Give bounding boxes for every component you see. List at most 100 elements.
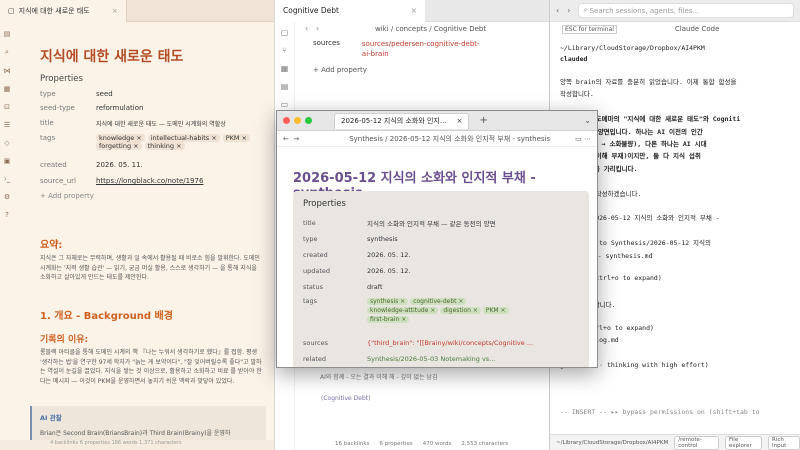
tab-cognitive-debt[interactable]: Cognitive Debt × xyxy=(275,0,425,22)
mid-body-fragment: AI와 함께 - 오는 결과 이해 해 - 깊이 없는 남김 (Cognitiv… xyxy=(320,374,438,402)
terminal-topbar: ‹ › ⌕ Search sessions, agents, files... xyxy=(550,0,800,22)
breadcrumb: wiki / concepts / Cognitive Debt xyxy=(375,25,487,33)
files-icon[interactable]: ▤ xyxy=(4,30,11,38)
tag-pill[interactable]: PKM × xyxy=(222,134,251,142)
properties-heading: Properties xyxy=(303,199,346,209)
chevron-down-icon[interactable]: ⌄ xyxy=(584,116,591,125)
terminal-tabs: ESC for terminal Claude Code xyxy=(550,22,800,36)
add-property-button[interactable]: + Add property xyxy=(40,192,94,200)
help-icon[interactable]: ? xyxy=(5,211,9,219)
properties-heading: Properties xyxy=(40,74,83,84)
terminal-footer: ~/Library/CloudStorage/Dropbox/AI4PKM /r… xyxy=(550,434,800,450)
tag-pill[interactable]: knowledge × xyxy=(96,134,145,142)
add-property-button[interactable]: + Add property xyxy=(313,66,367,74)
file-icon[interactable]: ▢ xyxy=(281,28,289,37)
file-icon: ▢ xyxy=(8,6,15,15)
minimize-window-button[interactable] xyxy=(294,117,301,124)
prop-title[interactable]: title 지식의 소화와 인지적 부채 — 같은 동전의 양면 xyxy=(303,215,579,231)
prop-sources[interactable]: sources {"third_brain": "[[Brainy/wiki/co… xyxy=(303,335,579,351)
prop-status[interactable]: status draft xyxy=(303,279,579,295)
source-link[interactable]: https://longblack.co/note/1976 xyxy=(96,177,203,185)
remote-control-button[interactable]: /remote-control xyxy=(674,435,719,450)
tab-label: Cognitive Debt xyxy=(283,6,339,15)
mid-status-bar: 16 backlinks 6 properties 470 words 2,55… xyxy=(335,441,509,447)
prop-tags[interactable]: tags synthesis × cognitive-debt × knowled… xyxy=(303,295,579,335)
prop-type[interactable]: type synthesis xyxy=(303,231,579,247)
footer-path: ~/Library/CloudStorage/Dropbox/AI4PKM xyxy=(556,439,669,446)
tag-pill[interactable]: synthesis × xyxy=(367,298,409,305)
terminal-line: 양쪽 brain의 자료를 충분히 읽었습니다. 이제 통합 합성을 xyxy=(560,78,737,86)
tag-icon[interactable]: ◇ xyxy=(4,139,9,147)
file-explorer-button[interactable]: File explorer xyxy=(725,435,762,450)
tab-left-note[interactable]: ▢ 지식에 대한 새로운 태도 × xyxy=(0,0,127,22)
callout-body: Brian은 Second Brain(BriansBrain)과 Third … xyxy=(40,430,231,437)
tab-label: 지식에 대한 새로운 태도 xyxy=(18,6,90,15)
reason-paragraph: 롱블랙 아티클을 통해 도메인 시계의 책 『나는 누워서 생각하기로 했다』를… xyxy=(40,349,262,385)
book-icon[interactable]: ▭ xyxy=(281,100,289,109)
template-icon[interactable]: ▣ xyxy=(4,157,11,165)
summary-paragraph: 지식은 그 자체로는 무력하며, 생활과 일 속에서 활용될 때 비로소 힘을 … xyxy=(40,255,260,281)
back-icon[interactable]: ‹ xyxy=(556,6,559,15)
bookmark-icon[interactable]: ⊡ xyxy=(4,103,10,111)
tag-pill[interactable]: thinking × xyxy=(144,142,185,150)
tag-pill[interactable]: knowledge-attitude × xyxy=(367,307,439,314)
forward-icon[interactable]: → xyxy=(293,135,299,143)
prop-created[interactable]: created 2026. 05. 12. xyxy=(303,247,579,263)
left-pane: ▢ 지식에 대한 새로운 태도 × ▤ ⌕ ⋈ ▦ ⊡ ☰ ◇ ▣ ›_ ⚙ ?… xyxy=(0,0,274,450)
new-tab-button[interactable]: + xyxy=(479,115,487,126)
tag-pill[interactable]: digestion × xyxy=(440,307,481,314)
settings-icon[interactable]: ⚙ xyxy=(4,193,10,201)
close-icon[interactable]: × xyxy=(457,117,463,125)
tab-synthesis[interactable]: 2026-05-12 지식의 소화와 인지... × xyxy=(334,112,470,129)
properties-panel: Properties title 지식의 소화와 인지적 부채 — 같은 동전의 … xyxy=(293,191,589,367)
tab-terminal[interactable]: ESC for terminal xyxy=(562,24,617,34)
floating-note-window: 2026-05-12 지식의 소화와 인지... × + ⌄ ← → Synth… xyxy=(276,110,598,368)
overview-heading: 1. 개요 - Background 배경 xyxy=(40,311,173,322)
close-window-button[interactable] xyxy=(283,117,290,124)
tag-pill[interactable]: PKM × xyxy=(482,307,509,314)
close-icon[interactable]: × xyxy=(112,7,118,15)
window-titlebar: 2026-05-12 지식의 소화와 인지... × + ⌄ xyxy=(277,111,597,131)
terminal-icon[interactable]: ›_ xyxy=(4,175,10,183)
tag-pill[interactable]: forgetting × xyxy=(96,142,142,150)
page-title: 지식에 대한 새로운 태도 xyxy=(40,49,184,65)
sources-link[interactable]: sources/pedersen-cognitive-debt-ai-brain xyxy=(362,39,482,59)
search-icon[interactable]: ⌕ xyxy=(5,48,9,57)
summary-heading: 요약: xyxy=(40,240,63,251)
tab-claude-code[interactable]: Claude Code xyxy=(675,25,719,33)
prop-updated[interactable]: updated 2026. 05. 12. xyxy=(303,263,579,279)
calendar-icon[interactable]: ▦ xyxy=(4,85,11,93)
prop-type[interactable]: type seed xyxy=(40,90,113,98)
tag-pill[interactable]: intellectual-habits × xyxy=(147,134,220,142)
breadcrumb: Synthesis / 2026-05-12 지식의 소화와 인지적 부채 - … xyxy=(349,134,551,143)
branch-icon[interactable]: ⑂ xyxy=(282,46,287,55)
reading-view-icon[interactable]: ▭ xyxy=(575,135,582,143)
prop-tags[interactable]: tags knowledge × intellectual-habits × PKM… xyxy=(40,134,256,150)
mid-tabbar: Cognitive Debt × xyxy=(275,0,549,22)
zoom-window-button[interactable] xyxy=(305,117,312,124)
more-options-icon[interactable]: ⋯ xyxy=(584,135,591,143)
search-input[interactable]: ⌕ Search sessions, agents, files... xyxy=(578,3,794,18)
tag-pill[interactable]: cognitive-debt × xyxy=(410,298,467,305)
calendar-icon[interactable]: ▤ xyxy=(281,82,289,91)
prop-title[interactable]: title 지식에 대한 새로운 태도 — 도메인 시계화의 역할상 xyxy=(40,119,226,128)
left-editor: 지식에 대한 새로운 태도 Properties type seed seed-t… xyxy=(22,22,270,450)
left-ribbon: ▤ ⌕ ⋈ ▦ ⊡ ☰ ◇ ▣ ›_ ⚙ ? xyxy=(0,22,14,450)
back-icon[interactable]: ← xyxy=(283,135,289,143)
prop-source-url[interactable]: source_url https://longblack.co/note/1976 xyxy=(40,177,203,185)
nav-arrows[interactable]: ‹ › xyxy=(305,24,319,33)
graph-icon[interactable]: ⋈ xyxy=(4,67,11,75)
prop-related[interactable]: related Synthesis/2026-05-03 Notemaking v… xyxy=(303,351,579,367)
grid-icon[interactable]: ▦ xyxy=(281,64,289,73)
forward-icon[interactable]: › xyxy=(567,6,570,15)
close-icon[interactable]: × xyxy=(411,6,417,15)
prop-seed-type[interactable]: seed-type reformulation xyxy=(40,104,143,112)
cwd-path: ~/Library/CloudStorage/Dropbox/AI4PKM xyxy=(560,44,705,52)
window-navbar: ← → Synthesis / 2026-05-12 지식의 소화와 인지적 부… xyxy=(277,131,597,147)
prop-sources[interactable]: sources sources/pedersen-cognitive-debt-… xyxy=(313,39,482,59)
tag-pill[interactable]: first-brain × xyxy=(367,316,410,323)
list-icon[interactable]: ☰ xyxy=(4,121,10,129)
prompt-command: clauded xyxy=(560,55,588,63)
rich-input-button[interactable]: Rich Input xyxy=(768,435,800,450)
prop-created[interactable]: created 2026. 05. 11. xyxy=(40,161,143,169)
